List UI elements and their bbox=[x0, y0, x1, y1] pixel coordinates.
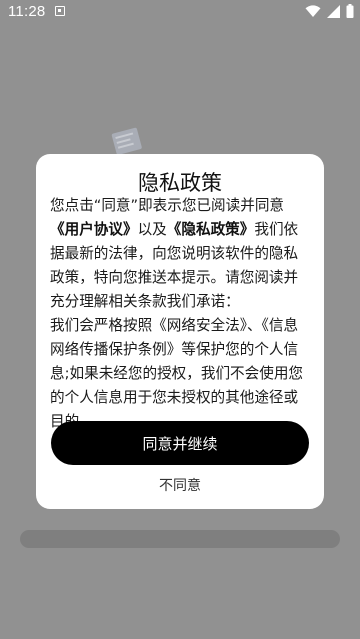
wifi-icon bbox=[305, 4, 321, 17]
consent-intro-text: 您点击“同意”即表示您已阅读并同意 bbox=[50, 197, 285, 214]
dialog-body: 您点击“同意”即表示您已阅读并同意《用户协议》以及《隐私政策》我们依据最新的法律… bbox=[50, 194, 310, 434]
consent-paragraph: 您点击“同意”即表示您已阅读并同意《用户协议》以及《隐私政策》我们依据最新的法律… bbox=[50, 194, 310, 314]
privacy-policy-dialog: 隐私政策 您点击“同意”即表示您已阅读并同意《用户协议》以及《隐私政策》我们依据… bbox=[36, 154, 324, 509]
dialog-title: 隐私政策 bbox=[138, 171, 222, 195]
status-bar: 11:28 bbox=[0, 0, 360, 24]
consent-between-text: 以及 bbox=[137, 221, 167, 238]
cell-signal-icon bbox=[327, 4, 340, 18]
background-bar bbox=[20, 530, 340, 548]
status-icons bbox=[305, 4, 354, 18]
privacy-policy-link[interactable]: 《隐私政策》 bbox=[167, 221, 255, 238]
user-agreement-link[interactable]: 《用户协议》 bbox=[50, 221, 138, 238]
commitment-paragraph: 我们会严格按照《网络安全法》、《信息网络传播保护条例》等保护您的个人信息;如果未… bbox=[50, 317, 304, 430]
notification-app-icon bbox=[55, 6, 65, 16]
agree-and-continue-button[interactable]: 同意并继续 bbox=[51, 421, 309, 465]
status-time: 11:28 bbox=[8, 3, 46, 20]
disagree-button[interactable]: 不同意 bbox=[36, 475, 324, 495]
battery-icon bbox=[346, 4, 354, 18]
